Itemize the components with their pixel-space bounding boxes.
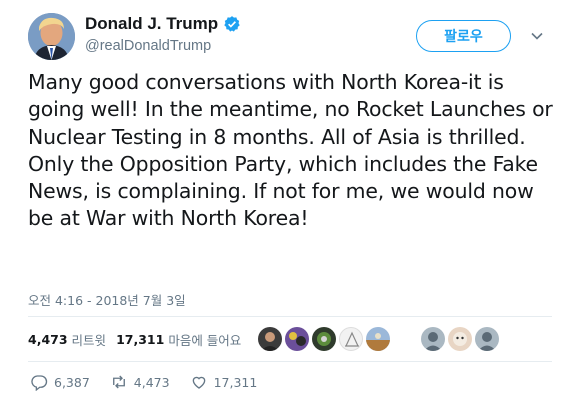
retweet-icon xyxy=(112,375,125,389)
retweet-button[interactable]: 4,473 xyxy=(110,373,170,391)
liker-avatar[interactable] xyxy=(339,327,363,351)
liker-avatars xyxy=(258,327,502,351)
liker-avatar[interactable] xyxy=(421,327,445,351)
liker-avatar[interactable] xyxy=(448,327,472,351)
reply-count: 6,387 xyxy=(54,374,90,390)
follow-button[interactable]: 팔로우 xyxy=(416,20,511,52)
like-button[interactable]: 17,311 xyxy=(190,373,258,391)
tweet-stats: 4,473 리트윗 17,311 마음에 들어요 xyxy=(28,330,251,349)
retweet-count: 4,473 xyxy=(133,374,170,390)
likes-count[interactable]: 17,311 xyxy=(116,332,164,347)
profile-photo xyxy=(28,13,75,60)
verified-badge-icon xyxy=(224,16,240,32)
liker-avatar[interactable] xyxy=(258,327,282,351)
retweets-count[interactable]: 4,473 xyxy=(28,332,68,347)
liker-avatar[interactable] xyxy=(285,327,309,351)
divider xyxy=(28,316,552,317)
liker-avatar[interactable] xyxy=(312,327,336,351)
like-count: 17,311 xyxy=(213,374,258,390)
chevron-down-icon[interactable] xyxy=(530,29,544,43)
tweet-actions: 6,387 4,473 17,311 xyxy=(30,373,277,391)
divider xyxy=(28,361,552,362)
liker-avatar[interactable] xyxy=(366,327,390,351)
user-name-row[interactable]: Donald J. Trump xyxy=(85,14,241,34)
avatar[interactable] xyxy=(28,13,75,60)
reply-button[interactable]: 6,387 xyxy=(30,373,90,391)
tweet-text: Many good conversations with North Korea… xyxy=(28,70,553,231)
retweets-label[interactable]: 리트윗 xyxy=(72,330,107,349)
tweet-timestamp[interactable]: 오전 4:16 - 2018년 7월 3일 xyxy=(28,290,186,309)
liker-avatar[interactable] xyxy=(475,327,499,351)
reply-icon xyxy=(31,375,48,391)
user-handle[interactable]: @realDonaldTrump xyxy=(85,38,211,54)
display-name[interactable]: Donald J. Trump xyxy=(85,14,218,34)
heart-icon xyxy=(192,376,205,389)
likes-label[interactable]: 마음에 들어요 xyxy=(168,330,241,349)
